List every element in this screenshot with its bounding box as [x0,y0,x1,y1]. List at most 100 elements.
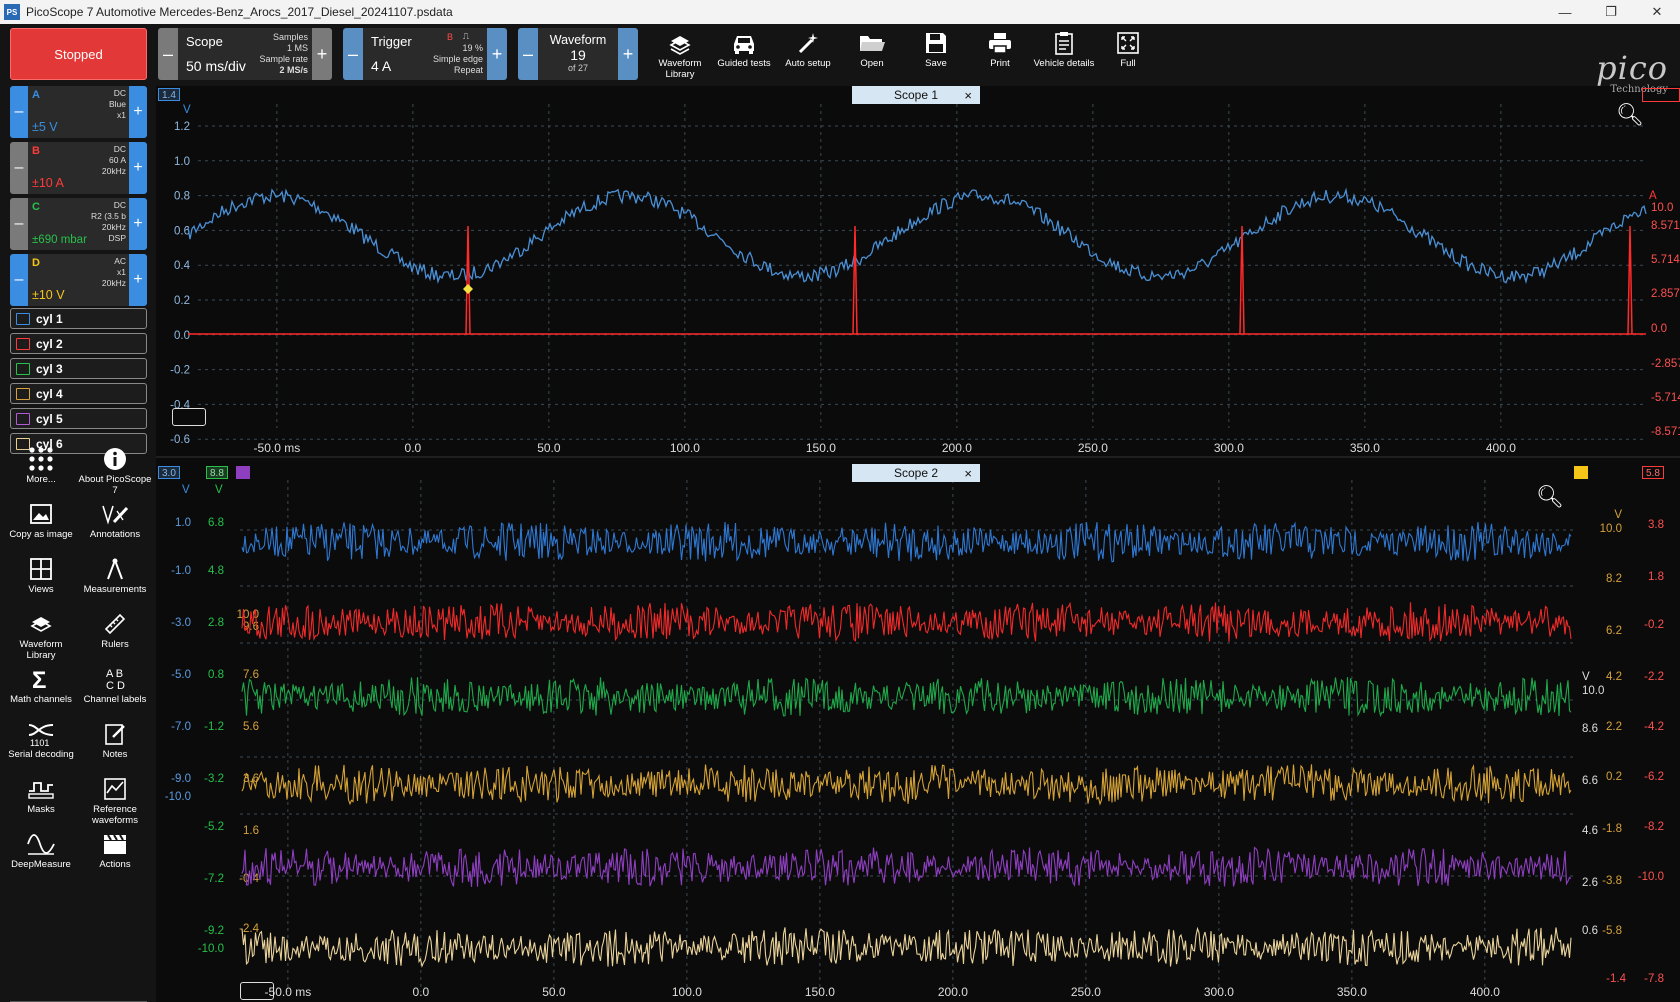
maximize-button[interactable]: ❐ [1588,0,1634,24]
scope-2-axis-d-tick: 2.2 [1606,721,1622,733]
scope-2-inner-right-tick: 2.6 [1582,877,1598,889]
math-channel-2[interactable]: cyl 2 [10,333,147,354]
abcd-tool-button[interactable]: A BC D Channel labels [78,664,152,705]
scope-2-right-pointer[interactable]: 5.8 [1642,466,1664,479]
trigger-channel: B [446,32,453,42]
title-bar: PS PicoScope 7 Automotive Mercedes-Benz_… [0,0,1680,24]
scope-1-channel-a-trace [187,187,1647,285]
notes-tool-button[interactable]: Notes [78,719,152,760]
scope-1-x-tick: 50.0 [537,441,561,455]
library-icon [4,609,78,639]
trigger-increase-button[interactable]: + [487,28,507,80]
serial-tool-button[interactable]: 1101 Serial decoding [4,719,78,760]
channel-b-increase-button[interactable]: + [129,142,147,194]
info-tool-button[interactable]: About PicoScope 7 [78,444,152,496]
trigger-marker-icon[interactable] [463,284,473,294]
channel-d-filter: 20kHz [101,278,126,288]
scope-1-left-tick: 1.2 [174,121,190,133]
channel-b-settings[interactable]: B ±10 A DC 60 A 20kHz [28,142,129,194]
channel-c-decrease-button[interactable]: – [10,198,28,250]
math-channel-5[interactable]: cyl 5 [10,408,147,429]
channel-a-decrease-button[interactable]: – [10,86,28,138]
sigma-tool-button[interactable]: Σ Math channels [4,664,78,705]
scope-2-axis-a-tick: 1.0 [175,517,191,529]
scope-2-zoom-icon[interactable]: 🔍︎ [1536,484,1564,510]
scope-2-channel-c-pointer[interactable]: 8.8 [206,466,228,479]
scope-2-axis-a-tick: -1.0 [171,565,191,577]
timebase-increase-button[interactable]: + [312,28,332,80]
views-tool-button[interactable]: Views [4,554,78,595]
scope-1-x-tick: 350.0 [1350,441,1380,455]
close-window-button[interactable]: ✕ [1634,0,1680,24]
channel-d-coupling: AC [114,256,126,266]
scope-2-x-tick: 300.0 [1204,985,1234,999]
previous-waveform-button[interactable]: – [518,28,538,80]
mask-tool-button[interactable]: Masks [4,774,78,815]
trigger-mode: Repeat [453,65,483,75]
waveform-counter[interactable]: Waveform 19 of 27 [538,28,618,80]
timebase-decrease-button[interactable]: – [158,28,178,80]
channel-d-decrease-button[interactable]: – [10,254,28,306]
channel-c-settings[interactable]: C ±690 mbar DC R2 (3.5 b 20kHz DSP [28,198,129,250]
math-channel-4[interactable]: cyl 4 [10,383,147,404]
scope-1-plot[interactable]: 1.21.00.80.60.40.20.0-0.2-0.4-0.610.08.5… [156,86,1680,458]
save-button[interactable]: Save [905,28,967,82]
scope-2-axis-d-tick: 10.0 [1600,523,1622,535]
scope-2-math-pointer[interactable] [236,466,250,479]
channel-b-decrease-button[interactable]: – [10,142,28,194]
scope-1-time-ruler-handle[interactable] [172,408,206,426]
grid-tool-button[interactable]: More... [4,444,78,485]
open-button[interactable]: Open [841,28,903,82]
scope-2-axis-c-tick: -3.2 [204,773,224,785]
waveform-library-button[interactable]: Waveform Library [649,28,711,82]
auto-setup-button[interactable]: Auto setup [777,28,839,82]
timebase-settings[interactable]: Scope 50 ms/div Samples 1 MS Sample rate… [178,28,312,80]
channel-b-name: B [32,145,40,157]
channel-a-control: – A ±5 V DC Blue x1 + [10,86,147,138]
zoom-icon[interactable]: 🔍︎ [1616,102,1644,128]
channel-a-increase-button[interactable]: + [129,86,147,138]
scope-2-channel-a-pointer[interactable]: 3.0 [158,466,180,479]
clapper-tool-button[interactable]: Actions [78,829,152,870]
scope-1-right-pointer[interactable] [1642,88,1680,102]
print-button[interactable]: Print [969,28,1031,82]
math-channel-1[interactable]: cyl 1 [10,308,147,329]
scope-1-offset-pointer[interactable]: 1.4 [158,88,180,101]
scope-2-title: Scope 2 [893,466,939,480]
trigger-decrease-button[interactable]: – [343,28,363,80]
trigger-control: – Trigger 4 A B ⎍ 19 % Simple edge Repea… [343,28,507,80]
compass-tool-button[interactable]: Measurements [78,554,152,595]
views-icon [4,554,78,584]
channel-a-settings[interactable]: A ±5 V DC Blue x1 [28,86,129,138]
ruler-tool-button[interactable]: Rulers [78,609,152,650]
minimize-button[interactable]: — [1542,0,1588,24]
run-stop-button[interactable]: Stopped [10,28,147,80]
deepmeasure-tool-button[interactable]: DeepMeasure [4,829,78,870]
tab-scope-1[interactable]: Scope 1 × [852,86,980,104]
full-screen-button[interactable]: Full [1097,28,1159,82]
tab-scope-2[interactable]: Scope 2 × [852,464,980,482]
auto-setup-label: Auto setup [785,58,831,69]
close-scope-2-button[interactable]: × [964,466,972,481]
tool-label: Notes [102,749,128,760]
next-waveform-button[interactable]: + [618,28,638,80]
guided-tests-button[interactable]: Guided tests [713,28,775,82]
trigger-settings[interactable]: Trigger 4 A B ⎍ 19 % Simple edge Repeat [363,28,487,80]
library-tool-button[interactable]: Waveform Library [4,609,78,661]
channel-d-settings[interactable]: D ±10 V AC x1 20kHz [28,254,129,306]
close-scope-1-button[interactable]: × [964,88,972,103]
scope-2-plot[interactable]: -50.0 ms 0.0 50.0 100.0 150.0 200.0 250.0 300.0… [156,462,1680,1002]
math-channel-3[interactable]: cyl 3 [10,358,147,379]
pico-logo-text: pico [1596,49,1668,87]
scope-2-view: -50.0 ms 0.0 50.0 100.0 150.0 200.0 250.0 300.0… [156,462,1680,1002]
channel-d-increase-button[interactable]: + [129,254,147,306]
scope-2-time-ruler-handle[interactable] [240,982,274,1000]
vehicle-details-button[interactable]: Vehicle details [1033,28,1095,82]
abcd-icon: A BC D [78,664,152,694]
channel-c-increase-button[interactable]: + [129,198,147,250]
scope-2-channel-d-pointer[interactable] [1574,466,1588,479]
reference-tool-button[interactable]: Reference waveforms [78,774,152,826]
image-tool-button[interactable]: Copy as image [4,499,78,540]
scope-1-x-tick: 400.0 [1486,441,1516,455]
annotation-tool-button[interactable]: Annotations [78,499,152,540]
